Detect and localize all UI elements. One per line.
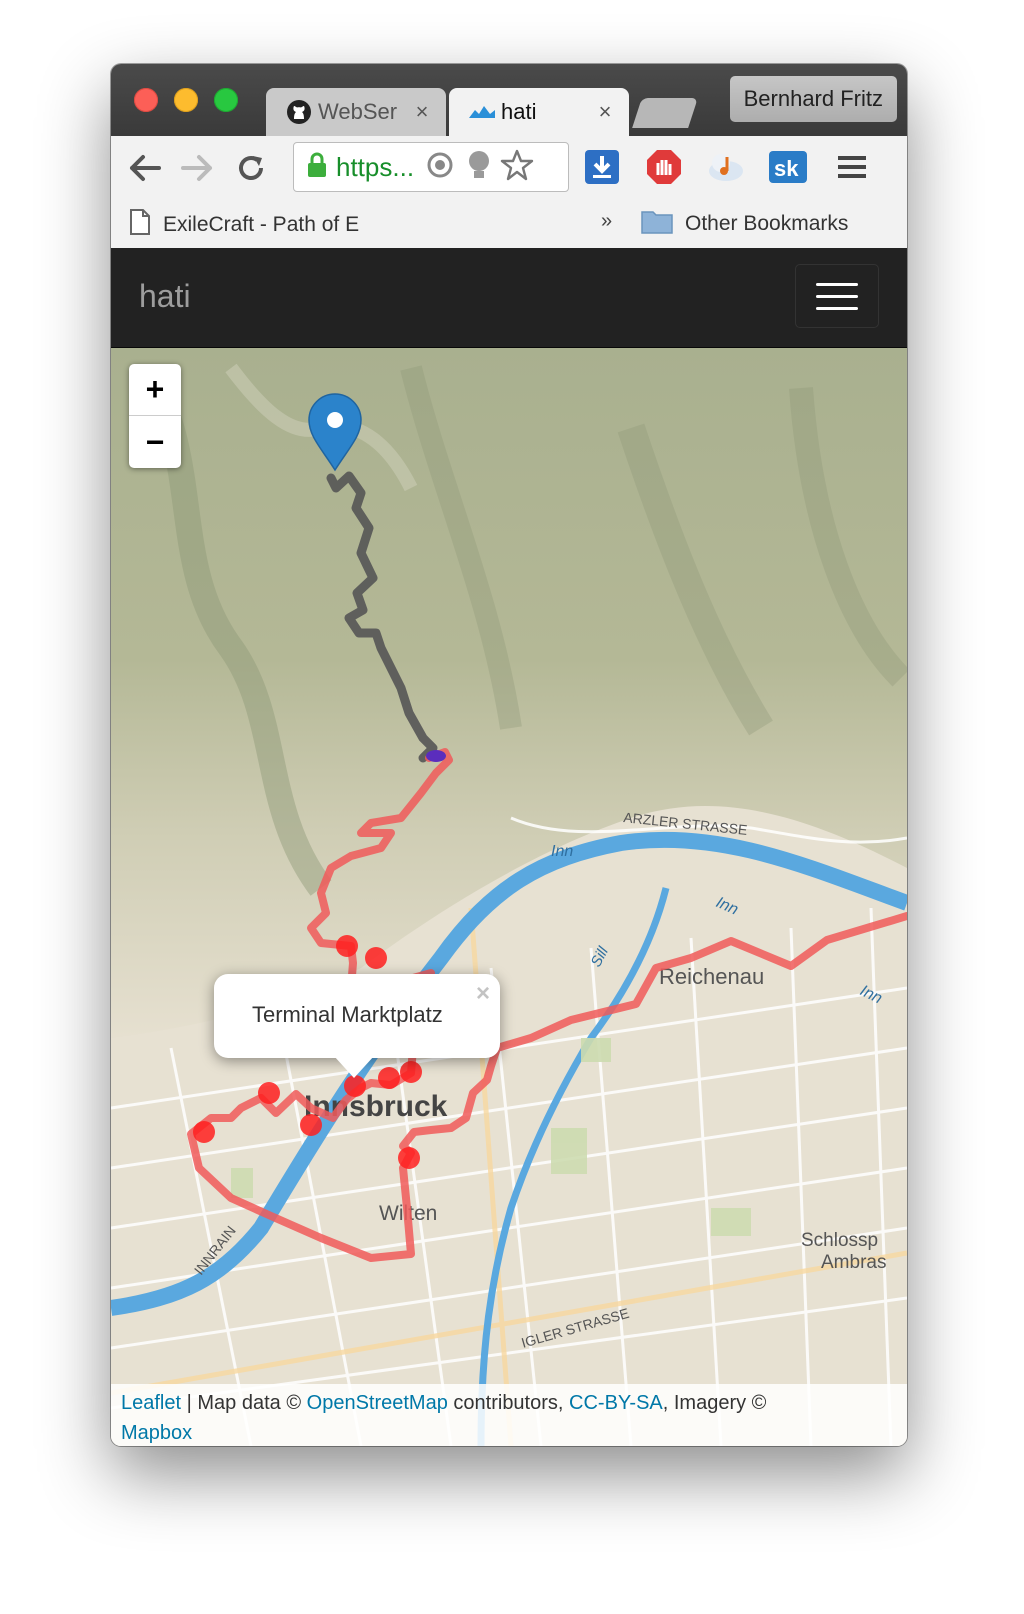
brand-link[interactable]: hati	[139, 278, 191, 315]
zoom-in-button[interactable]: +	[129, 364, 181, 416]
reload-icon[interactable]	[231, 148, 271, 188]
github-icon	[284, 97, 314, 127]
tab-title: WebSer	[318, 99, 398, 124]
stop-marker[interactable]	[344, 1075, 366, 1097]
browser-window: WebSer × hati × Bernhard Fritz https...	[111, 64, 907, 1446]
tab-close-icon[interactable]: ×	[410, 99, 434, 125]
hamburger-bar	[816, 283, 858, 286]
browser-toolbar: https... sk	[111, 136, 907, 199]
hati-icon	[467, 97, 497, 127]
popup-close-icon[interactable]: ×	[476, 980, 490, 1008]
page-icon	[129, 208, 151, 242]
vehicle-position	[426, 750, 446, 762]
bookmarks-overflow-button[interactable]: »	[601, 210, 612, 233]
app-navbar: hati	[111, 248, 907, 348]
url-text: https...	[336, 151, 415, 182]
lock-icon	[306, 151, 328, 184]
map-tiles: Innsbruck Reichenau Wilten ARZLER STRASS…	[111, 348, 907, 1446]
other-bookmarks-folder[interactable]: Other Bookmarks	[641, 208, 848, 240]
tab-strip: WebSer × hati × Bernhard Fritz	[111, 64, 907, 136]
location-icon[interactable]	[424, 149, 456, 186]
zoom-window-button[interactable]	[214, 88, 238, 112]
popup-text: Terminal Marktplatz	[252, 1002, 443, 1027]
bookmark-star-icon[interactable]	[500, 149, 534, 186]
attribution-separator: |	[186, 1392, 192, 1414]
map-attribution: Leaflet | Map data © OpenStreetMap contr…	[111, 1384, 907, 1446]
zoom-out-button[interactable]: −	[129, 416, 181, 468]
attribution-text: , Imagery ©	[662, 1392, 767, 1414]
tab-hati[interactable]: hati ×	[449, 88, 629, 136]
lightbulb-icon[interactable]	[466, 149, 492, 186]
bookmarks-bar: ExileCraft - Path of E » Other Bookmarks	[111, 198, 907, 249]
map-popup: Terminal Marktplatz ×	[214, 974, 500, 1078]
tab-webser[interactable]: WebSer ×	[266, 88, 446, 136]
leaflet-link[interactable]: Leaflet	[121, 1392, 181, 1414]
menu-icon[interactable]	[833, 148, 871, 186]
attribution-text: Map data ©	[197, 1392, 302, 1414]
license-link[interactable]: CC-BY-SA	[569, 1392, 663, 1414]
attribution-text: contributors,	[453, 1392, 564, 1414]
navbar-toggle-button[interactable]	[795, 264, 879, 328]
stop-marker[interactable]	[193, 1121, 215, 1143]
hamburger-bar	[816, 295, 858, 298]
address-bar[interactable]: https...	[293, 142, 569, 192]
stop-marker[interactable]	[398, 1147, 420, 1169]
folder-icon	[641, 208, 673, 240]
svg-text:sk: sk	[774, 156, 799, 181]
label-ambras: Ambras	[821, 1252, 886, 1273]
label-schloss: Schlossp	[801, 1230, 878, 1251]
download-extension-icon[interactable]	[583, 148, 621, 186]
label-reichenau: Reichenau	[659, 964, 764, 989]
adblock-extension-icon[interactable]	[645, 148, 683, 186]
hamburger-bar	[816, 307, 858, 310]
sk-extension-icon[interactable]: sk	[769, 148, 807, 186]
close-window-button[interactable]	[134, 88, 158, 112]
back-icon[interactable]	[125, 148, 165, 188]
map-container[interactable]: Innsbruck Reichenau Wilten ARZLER STRASS…	[111, 348, 907, 1446]
bookmark-exilecraft[interactable]: ExileCraft - Path of E	[129, 208, 391, 242]
stop-marker[interactable]	[258, 1082, 280, 1104]
forward-icon[interactable]	[177, 148, 217, 188]
stop-marker[interactable]	[336, 935, 358, 957]
music-extension-icon[interactable]	[707, 148, 745, 186]
profile-button[interactable]: Bernhard Fritz	[729, 76, 897, 122]
mapbox-link[interactable]: Mapbox	[121, 1422, 192, 1444]
stop-marker[interactable]	[300, 1114, 322, 1136]
tab-close-icon[interactable]: ×	[593, 99, 617, 125]
stop-marker[interactable]	[378, 1067, 400, 1089]
new-tab-button[interactable]	[632, 98, 698, 128]
openstreetmap-link[interactable]: OpenStreetMap	[307, 1392, 448, 1414]
minimize-window-button[interactable]	[174, 88, 198, 112]
stop-marker[interactable]	[400, 1061, 422, 1083]
tab-title: hati	[501, 99, 537, 124]
label-inn: Inn	[551, 843, 573, 860]
popup-tip	[334, 1056, 374, 1078]
stop-marker[interactable]	[365, 947, 387, 969]
zoom-control: + −	[129, 364, 181, 468]
